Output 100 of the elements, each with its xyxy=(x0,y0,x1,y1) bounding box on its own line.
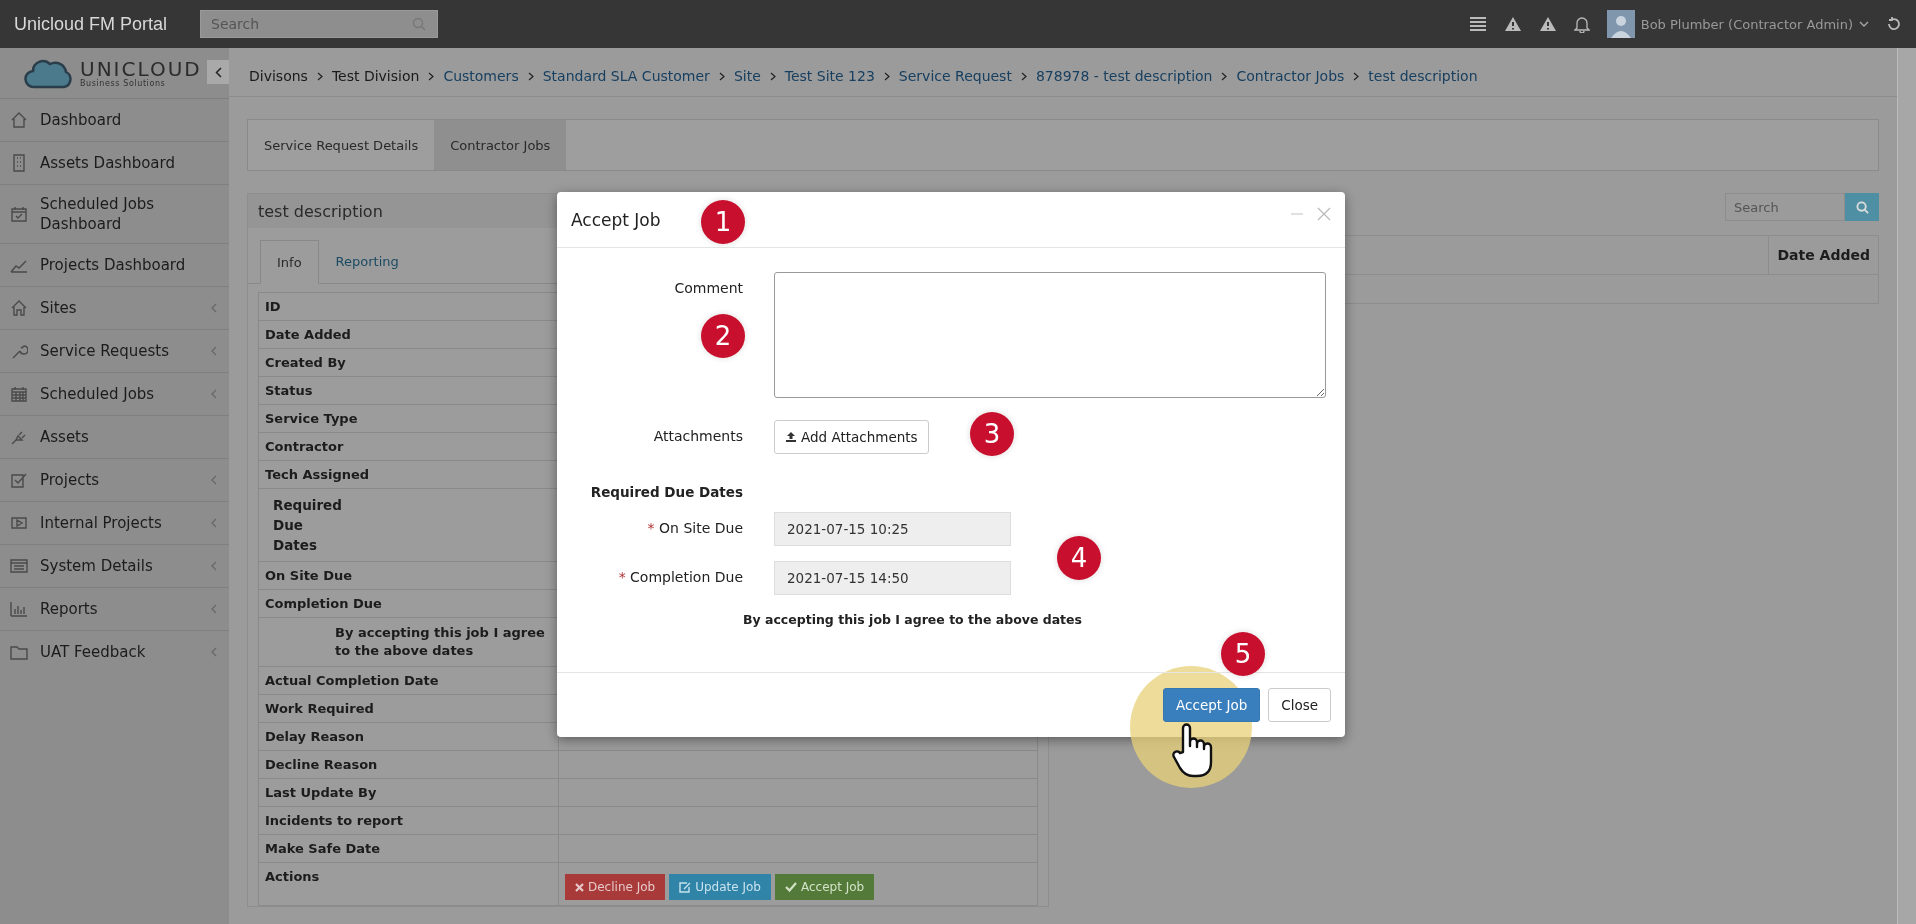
search-field[interactable]: Search xyxy=(1725,193,1845,221)
chevron-left-icon xyxy=(211,518,217,528)
app-title: Unicloud FM Portal xyxy=(14,13,169,35)
panel-title: test description xyxy=(258,201,383,221)
collapse-button[interactable] xyxy=(207,60,229,84)
date-field[interactable]: 2021-07-15 10:25 xyxy=(774,512,1011,546)
field-label: * On Site Due xyxy=(646,519,743,536)
search-field[interactable]: Search xyxy=(200,10,438,38)
search-icon xyxy=(1855,200,1869,214)
calendar-icon xyxy=(10,385,28,403)
breadcrumb-link[interactable]: Standard SLA Customer xyxy=(542,68,710,84)
column-header: Date Added xyxy=(1768,236,1878,274)
table-cell: Incidents to report xyxy=(259,807,559,834)
list-icon[interactable] xyxy=(1468,16,1487,32)
sidebar-item[interactable]: System Details xyxy=(0,544,229,587)
calendar-check-icon xyxy=(10,205,28,223)
chevron-right-icon xyxy=(1221,71,1228,81)
video-icon xyxy=(10,514,28,532)
tab[interactable]: Contractor Jobs xyxy=(434,120,567,170)
chevron-left-icon xyxy=(211,604,217,614)
warning-icon[interactable] xyxy=(1538,16,1557,32)
breadcrumb-link[interactable]: Customers xyxy=(443,68,519,84)
table-cell: Make Safe Date xyxy=(259,835,559,862)
step-number: 5 xyxy=(1221,632,1265,676)
folder-icon xyxy=(10,643,28,661)
chevron-right-icon xyxy=(883,71,890,81)
update-button[interactable]: Update Job xyxy=(669,874,771,900)
breadcrumb-text: Divisons xyxy=(249,68,308,84)
sidebar-item[interactable]: UAT Feedback xyxy=(0,630,229,673)
bell-icon[interactable] xyxy=(1573,15,1590,33)
field-label: Attachments xyxy=(652,427,743,444)
warning-icon[interactable] xyxy=(1503,16,1522,32)
chevron-right-icon xyxy=(718,71,725,81)
user-menu[interactable]: Bob Plumber (Contractor Admin) xyxy=(1606,10,1869,38)
table-cell: Actions xyxy=(259,863,559,905)
chevron-left-icon xyxy=(214,66,222,78)
sidebar-item[interactable]: Projects xyxy=(0,458,229,501)
chevron-right-icon xyxy=(428,71,435,81)
building-icon xyxy=(10,154,28,172)
sidebar-item[interactable]: Reports xyxy=(0,587,229,630)
field-label: * Completion Due xyxy=(617,568,743,585)
comment-field[interactable] xyxy=(774,272,1326,398)
window-icon xyxy=(10,557,28,575)
table-cell: Last Update By xyxy=(259,779,559,806)
chevron-left-icon xyxy=(211,647,217,657)
breadcrumb-link[interactable]: Service Request xyxy=(898,68,1012,84)
sidebar-item[interactable]: Scheduled Jobs Dashboard xyxy=(0,184,229,243)
check-icon xyxy=(785,882,797,892)
tab[interactable]: Reporting xyxy=(318,240,416,283)
chevron-left-icon xyxy=(211,346,217,356)
avatar-icon xyxy=(1606,10,1635,38)
sidebar-item[interactable]: Assets Dashboard xyxy=(0,141,229,184)
required-mark: * xyxy=(618,569,626,585)
house-icon xyxy=(10,299,28,317)
home-icon xyxy=(10,111,28,129)
chevron-right-icon xyxy=(316,71,323,81)
chevron-right-icon xyxy=(769,71,776,81)
caret-icon xyxy=(1859,21,1869,27)
breadcrumb-link[interactable]: 878978 - test description xyxy=(1035,68,1213,84)
agreement-text: By accepting this job I agree to the above dates xyxy=(743,611,1082,627)
chevron-right-icon xyxy=(1020,71,1027,81)
search-button[interactable] xyxy=(1845,193,1879,221)
chevron-left-icon xyxy=(211,389,217,399)
logo-tagline: Business Solutions xyxy=(80,78,167,88)
sidebar-item[interactable]: Scheduled Jobs xyxy=(0,372,229,415)
field-label: Comment xyxy=(673,279,743,296)
chevron-left-icon xyxy=(211,561,217,571)
decline-button[interactable]: Decline Job xyxy=(565,874,666,900)
required-mark: * xyxy=(647,520,655,536)
chevron-left-icon xyxy=(211,475,217,485)
chevron-left-icon xyxy=(211,303,217,313)
add-attachments-button[interactable]: Add Attachments xyxy=(774,420,929,454)
tab[interactable]: Service Request Details xyxy=(248,120,435,170)
dialog-title: Accept Job xyxy=(571,209,661,230)
date-field[interactable]: 2021-07-15 14:50 xyxy=(774,561,1011,595)
sidebar-item[interactable]: Sites xyxy=(0,286,229,329)
breadcrumb-link[interactable]: Site xyxy=(733,68,761,84)
sidebar-item[interactable]: Projects Dashboard xyxy=(0,243,229,286)
step-number: 4 xyxy=(1057,536,1101,580)
close-icon xyxy=(575,882,584,892)
sidebar-item[interactable]: Dashboard xyxy=(0,98,229,141)
tab[interactable]: Info xyxy=(260,240,319,284)
checkbox-icon xyxy=(10,471,28,489)
step-number: 2 xyxy=(701,314,745,358)
upload-icon xyxy=(785,431,797,443)
hand-cursor-icon xyxy=(1171,722,1215,778)
sidebar-item[interactable]: Service Requests xyxy=(0,329,229,372)
accept-button[interactable]: Accept Job xyxy=(775,874,875,900)
sidebar-item[interactable]: Assets xyxy=(0,415,229,458)
breadcrumb-text: Test Division xyxy=(331,68,420,84)
sidebar-item[interactable]: Internal Projects xyxy=(0,501,229,544)
breadcrumb-link[interactable]: test description xyxy=(1368,68,1478,84)
step-number: 3 xyxy=(970,412,1014,456)
close-button[interactable]: Close xyxy=(1268,688,1331,722)
refresh-icon[interactable] xyxy=(1886,16,1902,32)
breadcrumb-link[interactable]: Test Site 123 xyxy=(784,68,875,84)
accept-button[interactable]: Accept Job xyxy=(1163,688,1261,722)
breadcrumb-link[interactable]: Contractor Jobs xyxy=(1236,68,1345,84)
edit-icon xyxy=(679,881,692,893)
logo-name: UNICLOUD xyxy=(80,58,202,79)
